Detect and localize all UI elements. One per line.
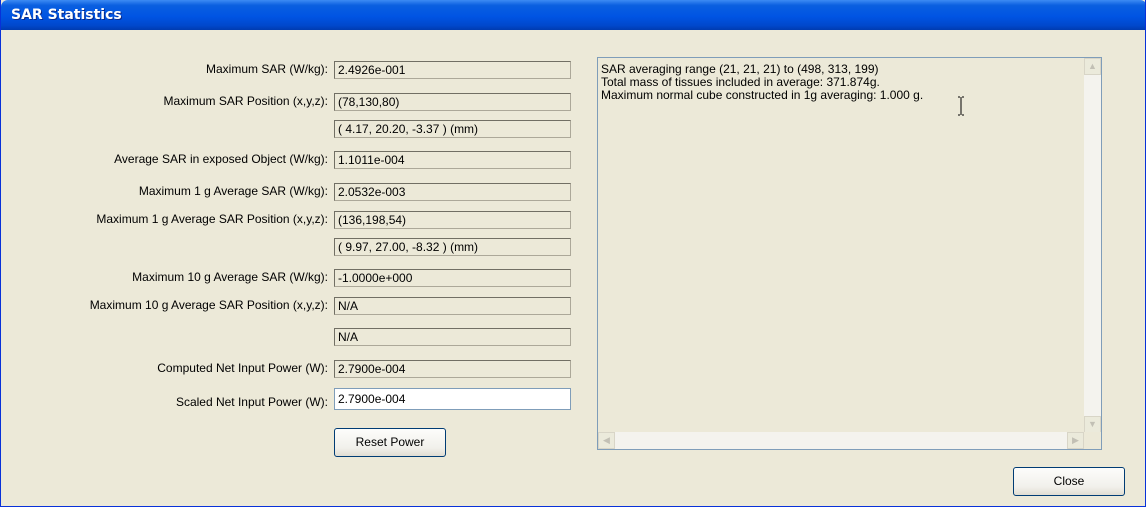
- sar-log-text: SAR averaging range (21, 21, 21) to (498…: [601, 63, 1076, 102]
- max-sar-label: Maximum SAR (W/kg):: [205, 62, 328, 76]
- avg-sar-field: 1.1011e-004: [334, 151, 571, 169]
- horizontal-scrollbar[interactable]: ◀ ▶: [598, 432, 1084, 449]
- max-10g-avg-sar-position-mm-field: N/A: [334, 328, 571, 346]
- title-bar[interactable]: SAR Statistics: [1, 0, 1145, 30]
- max-1g-avg-sar-field: 2.0532e-003: [334, 183, 571, 201]
- scroll-up-arrow-icon[interactable]: ▲: [1084, 58, 1101, 75]
- max-sar-field: 2.4926e-001: [334, 61, 571, 79]
- scrollbar-corner: [1084, 432, 1101, 449]
- close-button[interactable]: Close: [1013, 467, 1125, 496]
- scaled-net-power-label: Scaled Net Input Power (W):: [175, 395, 328, 409]
- max-1g-avg-sar-position-mm-field: ( 9.97, 27.00, -8.32 ) (mm): [334, 238, 571, 256]
- max-1g-avg-sar-position-label: Maximum 1 g Average SAR Position (x,y,z)…: [96, 212, 328, 226]
- computed-net-power-label: Computed Net Input Power (W):: [157, 361, 328, 375]
- max-10g-avg-sar-position-field: N/A: [334, 297, 571, 315]
- window-title: SAR Statistics: [11, 7, 122, 23]
- scaled-net-power-input[interactable]: 2.7900e-004: [334, 388, 571, 410]
- sar-log-textarea[interactable]: SAR averaging range (21, 21, 21) to (498…: [597, 57, 1102, 450]
- max-sar-position-field: (78,130,80): [334, 93, 571, 111]
- max-10g-avg-sar-label: Maximum 10 g Average SAR (W/kg):: [132, 270, 328, 284]
- scroll-left-arrow-icon[interactable]: ◀: [598, 432, 615, 449]
- reset-power-button[interactable]: Reset Power: [334, 428, 446, 457]
- max-sar-position-mm-field: ( 4.17, 20.20, -3.37 ) (mm): [334, 120, 571, 138]
- text-cursor-icon: [958, 96, 964, 116]
- scroll-right-arrow-icon[interactable]: ▶: [1067, 432, 1084, 449]
- max-1g-avg-sar-label: Maximum 1 g Average SAR (W/kg):: [138, 184, 328, 198]
- scroll-down-arrow-icon[interactable]: ▼: [1084, 416, 1101, 433]
- max-10g-avg-sar-position-label: Maximum 10 g Average SAR Position (x,y,z…: [89, 298, 328, 312]
- max-10g-avg-sar-field: -1.0000e+000: [334, 269, 571, 287]
- log-line: Maximum normal cube constructed in 1g av…: [601, 88, 924, 102]
- max-1g-avg-sar-position-field: (136,198,54): [334, 211, 571, 229]
- vertical-scrollbar[interactable]: ▲ ▼: [1084, 58, 1101, 433]
- sar-statistics-window: SAR Statistics Maximum SAR (W/kg): 2.492…: [0, 0, 1146, 507]
- computed-net-power-field: 2.7900e-004: [334, 360, 571, 378]
- max-sar-position-label: Maximum SAR Position (x,y,z):: [163, 94, 328, 108]
- avg-sar-label: Average SAR in exposed Object (W/kg):: [114, 152, 328, 166]
